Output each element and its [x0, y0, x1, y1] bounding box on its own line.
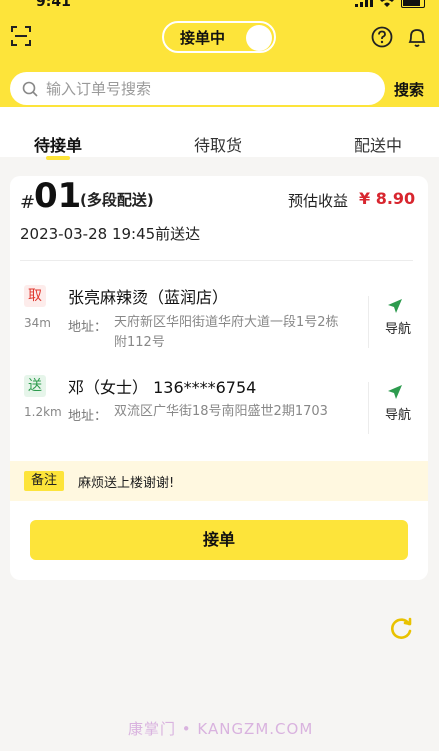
accepting-orders-toggle[interactable]: 接单中 [162, 21, 276, 53]
order-type: (多段配送) [80, 191, 154, 209]
note-text: 麻烦送上楼谢谢! [78, 476, 175, 491]
order-tabs: 待接单 待取货 配送中 [0, 107, 439, 160]
scan-icon[interactable] [10, 25, 32, 47]
order-card[interactable]: # 01 (多段配送) 预估收益 ¥ 8.90 2023-03-28 19:45… [10, 176, 428, 580]
signal-icon [355, 0, 373, 7]
accept-order-button[interactable]: 接单 [30, 520, 408, 560]
refresh-icon[interactable] [387, 614, 415, 642]
watermark: 康掌门 • KANGZM.COM [128, 720, 314, 738]
help-icon[interactable] [371, 26, 393, 48]
search-input[interactable]: 输入订单号搜索 [10, 72, 385, 105]
dropoff-address-label: 地址： [68, 409, 108, 424]
dropoff-navigate-label: 导航 [385, 408, 412, 423]
toggle-label: 接单中 [180, 28, 226, 47]
income-value: ¥ 8.90 [359, 189, 416, 208]
pickup-navigate-button[interactable]: 导航 [368, 296, 417, 348]
status-bar: 9:41 [0, 0, 439, 10]
dropoff-navigate-button[interactable]: 导航 [368, 382, 417, 434]
status-time: 9:41 [36, 0, 71, 10]
bell-icon[interactable] [406, 26, 428, 48]
pickup-tag: 取 [24, 285, 46, 307]
wifi-icon [380, 0, 394, 7]
search-icon [22, 81, 38, 97]
status-icons [355, 0, 425, 8]
order-hash: # [20, 192, 36, 213]
tab-to-pickup[interactable]: 待取货 [194, 132, 242, 156]
pickup-address-label: 地址： [68, 320, 108, 335]
navigation-arrow-icon [388, 385, 402, 399]
search-button[interactable]: 搜索 [394, 79, 424, 100]
deliver-time: 2023-03-28 19:45前送达 [20, 225, 201, 243]
note-badge: 备注 [24, 471, 64, 491]
pickup-navigate-label: 导航 [385, 322, 412, 337]
dropoff-address: 双流区广华街18号南阳盛世2期1703 [114, 404, 328, 419]
battery-icon [401, 0, 425, 8]
customer-name-phone: 邓（女士） 136****6754 [68, 378, 257, 397]
pickup-store-name: 张亮麻辣烫（蓝润店） [68, 288, 229, 307]
tab-pending[interactable]: 待接单 [34, 132, 82, 156]
pickup-distance: 34m [24, 316, 51, 330]
toggle-knob [246, 25, 272, 51]
search-placeholder: 输入订单号搜索 [46, 80, 152, 98]
order-number: 01 [34, 176, 82, 216]
tab-delivering[interactable]: 配送中 [354, 132, 402, 156]
income-label: 预估收益 [288, 192, 349, 210]
divider [20, 260, 413, 261]
dropoff-distance: 1.2km [24, 405, 62, 419]
navigation-arrow-icon [388, 299, 402, 313]
order-note: 备注 麻烦送上楼谢谢! [10, 461, 428, 501]
app-header: 9:41 接单中 输入订单号搜索 搜索 [0, 0, 439, 107]
dropoff-tag: 送 [24, 375, 46, 397]
top-bar: 接单中 [0, 18, 439, 58]
pickup-address: 天府新区华阳街道华府大道一段1号2栋附112号 [114, 315, 339, 350]
active-tab-indicator [46, 156, 70, 160]
